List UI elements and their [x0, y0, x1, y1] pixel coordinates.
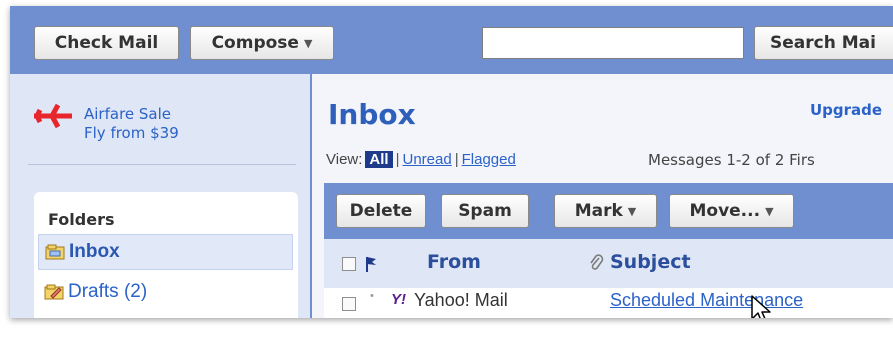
message-actions-toolbar: Delete Spam Mark ▼ Move... ▼: [324, 183, 893, 239]
mail-window: Check Mail Compose ▼ Search Mai Airfare …: [10, 6, 893, 318]
separator: |: [454, 151, 459, 168]
folder-item-drafts[interactable]: Drafts (2): [38, 274, 293, 310]
main-panel: Inbox Upgrade View: All | Unread | Flagg…: [312, 74, 893, 318]
view-filter-bar: View: All | Unread | Flagged: [326, 151, 516, 168]
message-subject-link[interactable]: Scheduled Maintenance: [610, 290, 803, 311]
inbox-folder-icon: [45, 244, 65, 260]
message-from: Yahoo! Mail: [414, 290, 508, 310]
page-title: Inbox: [328, 98, 416, 131]
message-checkbox[interactable]: [342, 297, 356, 311]
column-from[interactable]: From: [427, 251, 481, 273]
upgrade-link[interactable]: Upgrade: [810, 101, 882, 119]
mouse-cursor-icon: [751, 295, 771, 318]
message-row[interactable]: • Y! Yahoo! Mail Scheduled Maintenance: [324, 288, 893, 318]
move-label: Move...: [689, 201, 761, 221]
drafts-folder-icon: [44, 284, 64, 300]
search-mail-label: Search Mai: [770, 33, 876, 53]
compose-button[interactable]: Compose ▼: [190, 26, 334, 60]
check-mail-button[interactable]: Check Mail: [34, 26, 179, 60]
search-mail-button[interactable]: Search Mai: [754, 26, 893, 60]
filter-all[interactable]: All: [365, 151, 393, 168]
delete-button[interactable]: Delete: [336, 194, 426, 228]
message-count: Messages 1-2 of 2 Firs: [648, 151, 815, 169]
move-button[interactable]: Move... ▼: [669, 194, 794, 228]
filter-unread-link[interactable]: Unread: [403, 151, 452, 168]
folder-label-drafts: Drafts (2): [68, 281, 148, 302]
airplane-icon[interactable]: [32, 102, 76, 130]
top-toolbar: Check Mail Compose ▼ Search Mai: [10, 6, 893, 74]
filter-flagged-link[interactable]: Flagged: [462, 151, 516, 168]
unread-dot-icon: •: [370, 290, 374, 302]
view-label: View:: [326, 151, 363, 168]
column-subject[interactable]: Subject: [610, 251, 691, 273]
chevron-down-icon: ▼: [765, 204, 774, 218]
chevron-down-icon: ▼: [303, 36, 313, 50]
folder-label-inbox: Inbox: [69, 241, 120, 262]
folders-panel: Folders Inbox Drafts (2): [34, 192, 298, 318]
mark-label: Mark: [574, 201, 623, 221]
folders-heading: Folders: [48, 210, 115, 229]
yahoo-logo-icon: Y!: [391, 291, 406, 308]
select-all-checkbox[interactable]: [342, 257, 356, 271]
mark-button[interactable]: Mark ▼: [554, 194, 657, 228]
divider: [28, 164, 296, 165]
paperclip-icon[interactable]: [588, 253, 604, 273]
separator: |: [395, 151, 400, 168]
folder-item-inbox[interactable]: Inbox: [38, 234, 293, 270]
message-list-header: From Subject: [324, 239, 893, 288]
spam-button[interactable]: Spam: [441, 194, 529, 228]
compose-label: Compose: [211, 33, 299, 53]
chevron-down-icon: ▼: [627, 204, 637, 218]
spam-label: Spam: [458, 201, 512, 221]
search-input[interactable]: [482, 27, 744, 59]
flag-icon[interactable]: [364, 255, 378, 273]
check-mail-label: Check Mail: [54, 33, 159, 53]
sidebar: Airfare Sale Fly from $39 Folders Inbox: [10, 74, 310, 318]
ad-fly-from-link[interactable]: Fly from $39: [84, 124, 179, 142]
delete-label: Delete: [349, 201, 413, 221]
ad-airfare-sale-link[interactable]: Airfare Sale: [84, 105, 171, 123]
